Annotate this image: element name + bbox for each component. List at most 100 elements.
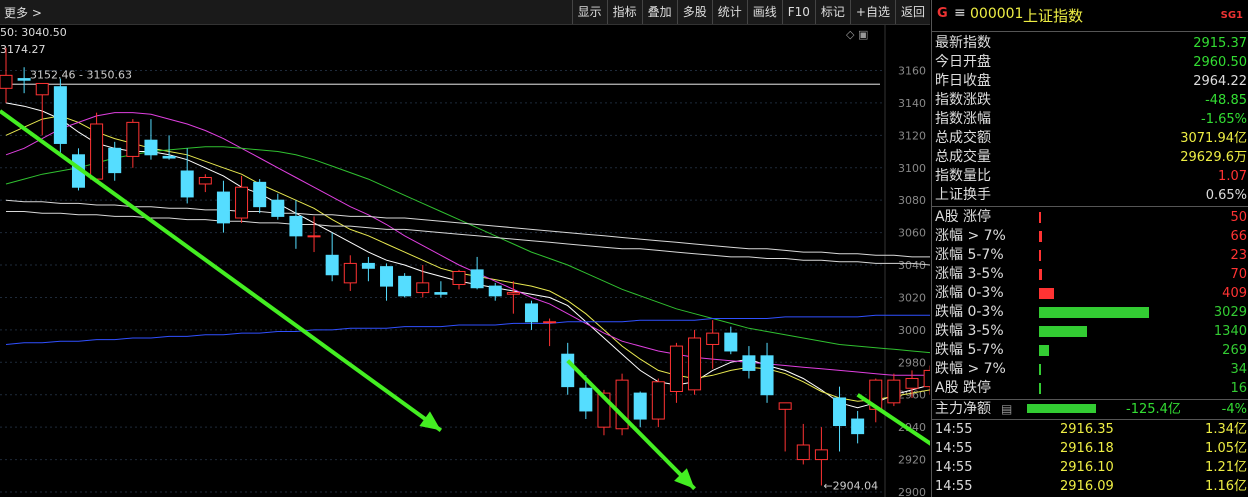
tick-price: 2916.10	[1060, 460, 1114, 475]
flow-bar	[1027, 404, 1096, 413]
candle-body	[724, 332, 738, 352]
candle-body	[108, 147, 122, 174]
distribution-label: A股 跌停	[935, 380, 992, 396]
distribution-value: 70	[1230, 267, 1247, 282]
stat-label: 指数量比	[935, 168, 991, 184]
more-button[interactable]: 更多 >	[4, 4, 42, 21]
distribution-bar	[1039, 307, 1149, 318]
toolbar-f10-button[interactable]: F10	[781, 0, 815, 24]
candle-body	[271, 199, 285, 217]
stat-value: 3071.94亿	[1180, 131, 1247, 146]
distribution-bar	[1039, 326, 1087, 337]
candle-body	[398, 275, 412, 297]
stat-row: 最新指数 2915.37	[932, 34, 1248, 53]
candle-body	[216, 191, 230, 224]
y-tick-label: 3160	[898, 64, 926, 77]
index-code: 000001	[970, 6, 1024, 22]
distribution-bar	[1039, 345, 1049, 356]
stat-label: 上证换手	[935, 187, 991, 203]
toolbar-back-button[interactable]: 返回	[894, 0, 930, 24]
candle-body	[742, 355, 756, 371]
distribution-row: 跌幅 > 7% 34	[932, 360, 1248, 379]
distribution-row: 跌幅 3-5% 1340	[932, 322, 1248, 341]
tick-volume: 1.21亿	[1205, 460, 1247, 475]
candle-body	[452, 271, 466, 285]
candle-body	[796, 444, 810, 461]
distribution-bar	[1039, 288, 1054, 299]
distribution-value: 16	[1230, 381, 1247, 396]
distribution-bar	[1039, 269, 1042, 280]
distribution-value: 3029	[1213, 305, 1247, 320]
sg-tag: SG1	[1220, 10, 1243, 21]
candle-body	[0, 74, 13, 89]
toolbar-display-button[interactable]: 显示	[571, 0, 607, 24]
toolbar-indicator-button[interactable]: 指标	[606, 0, 642, 24]
flow-label: 主力净额	[935, 401, 991, 417]
candle-body	[17, 78, 31, 81]
stat-label: 最新指数	[935, 35, 991, 51]
y-tick-label: 3020	[898, 291, 926, 304]
toolbar-multi-stock-button[interactable]: 多股	[676, 0, 712, 24]
kline-chart-area[interactable]: 更多 > 显示 指标 叠加 多股 统计 画线 F10 标记 +自选 返回 50:…	[0, 0, 930, 497]
chart-toolbar: 更多 > 显示 指标 叠加 多股 统计 画线 F10 标记 +自选 返回	[0, 0, 930, 25]
distribution-label: 跌幅 > 7%	[935, 361, 1006, 377]
candle-body	[361, 262, 375, 269]
candle-body	[524, 303, 538, 323]
distribution-row: 涨幅 > 7% 66	[932, 227, 1248, 246]
toolbar-mark-button[interactable]: 标记	[814, 0, 850, 24]
advance-decline-distribution: A股 涨停 50 涨幅 > 7% 66 涨幅 5-7% 23 涨幅 3-5% 70 涨幅…	[932, 207, 1248, 400]
candle-body	[833, 397, 847, 427]
y-tick-label: 2900	[898, 486, 926, 497]
distribution-row: 跌幅 0-3% 3029	[932, 303, 1248, 322]
g-badge[interactable]: G	[937, 6, 948, 21]
candle-body	[488, 285, 502, 297]
tick-price: 2916.18	[1060, 441, 1114, 456]
distribution-bar	[1039, 212, 1041, 223]
trend-arrow-line	[856, 393, 930, 446]
stat-row: 指数涨幅 -1.65%	[932, 110, 1248, 129]
tick-volume: 1.16亿	[1205, 479, 1247, 494]
toolbar-overlay-button[interactable]: 叠加	[641, 0, 677, 24]
moving-average-line	[5, 314, 930, 345]
distribution-value: 409	[1222, 286, 1247, 301]
candle-body	[923, 369, 930, 388]
stat-label: 今日开盘	[935, 54, 991, 70]
distribution-label: 涨幅 3-5%	[935, 266, 1004, 282]
stat-row: 总成交量 29629.6万	[932, 148, 1248, 167]
range-label: 3152.46 - 3150.63	[30, 68, 132, 81]
y-tick-label: 3060	[898, 227, 926, 240]
stat-label: 指数涨幅	[935, 111, 991, 127]
moving-average-line	[5, 146, 930, 354]
candle-body	[325, 254, 339, 276]
stat-label: 指数涨跌	[935, 92, 991, 108]
candle-body	[887, 379, 901, 404]
stat-row: 指数涨跌 -48.85	[932, 91, 1248, 110]
tick-volume: 1.05亿	[1205, 441, 1247, 456]
candle-body	[470, 269, 484, 289]
stat-row: 上证换手 0.65%	[932, 186, 1248, 205]
toolbar-draw-line-button[interactable]: 画线	[746, 0, 782, 24]
tick-time: 14:55	[935, 441, 973, 456]
flow-value: -125.4亿	[1126, 402, 1181, 417]
distribution-row: 涨幅 5-7% 23	[932, 246, 1248, 265]
stat-row: 昨日收盘 2964.22	[932, 72, 1248, 91]
candle-body	[253, 181, 267, 208]
candle-body	[778, 402, 792, 410]
candle-body	[434, 292, 448, 295]
y-tick-label: 3120	[898, 129, 926, 142]
distribution-bar	[1039, 250, 1041, 261]
menu-icon[interactable]: ≡	[954, 5, 966, 21]
moving-average-line	[5, 115, 930, 402]
y-tick-label: 3100	[898, 162, 926, 175]
candle-body	[688, 337, 702, 391]
stat-value: 29629.6万	[1180, 150, 1247, 165]
distribution-label: 涨幅 0-3%	[935, 285, 1004, 301]
flow-icon[interactable]: ▤	[1001, 400, 1012, 419]
distribution-row: 跌幅 5-7% 269	[932, 341, 1248, 360]
tick-row: 14:55 2916.09 1.16亿	[932, 477, 1248, 496]
quote-header: G ≡ 000001 上证指数 SG1	[932, 0, 1248, 32]
toolbar-add-watchlist-button[interactable]: +自选	[849, 0, 895, 24]
stat-row: 总成交额 3071.94亿	[932, 129, 1248, 148]
toolbar-statistics-button[interactable]: 统计	[711, 0, 747, 24]
distribution-label: 跌幅 0-3%	[935, 304, 1004, 320]
